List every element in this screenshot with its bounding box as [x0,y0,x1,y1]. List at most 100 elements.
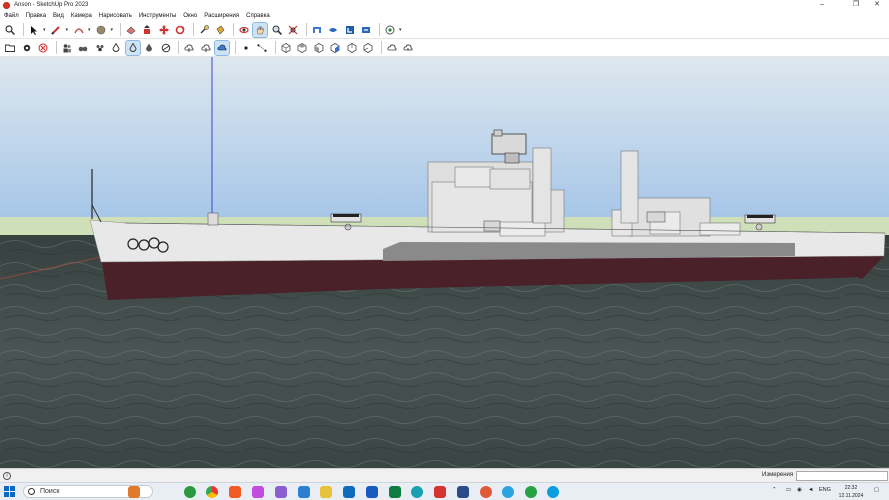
zoom-window-icon[interactable] [3,23,17,37]
clock-date: 12.11.2024 [838,493,864,499]
app-1-icon[interactable] [128,486,140,498]
send-to-layout-icon[interactable] [359,23,373,37]
settings-gear-icon[interactable] [20,41,34,55]
mid-turret [483,220,501,232]
taskbar-clock[interactable]: 22:32 12.11.2024 [833,484,869,500]
app-6-icon[interactable] [275,486,287,498]
orbit-icon[interactable] [237,23,251,37]
pan-hand-icon[interactable] [252,21,268,38]
app-5-icon[interactable] [252,486,264,498]
tray-network-icon[interactable]: ◉ [797,487,802,493]
skype-icon[interactable] [547,486,559,498]
menu-help[interactable]: Справка [246,13,270,19]
rotate-icon[interactable] [173,23,187,37]
toolbar-separator [305,23,307,36]
app-7-icon[interactable] [298,486,310,498]
info-icon[interactable]: i [3,472,11,480]
telegram-icon[interactable] [502,486,514,498]
zoom-icon[interactable] [270,23,284,37]
eraser-icon[interactable] [124,23,138,37]
menu-camera[interactable]: Камера [71,13,92,19]
cancel-circle-icon[interactable] [36,41,50,55]
menu-window[interactable]: Окно [183,13,197,19]
edge-icon[interactable] [411,486,423,498]
outlook-icon[interactable] [343,486,355,498]
tape-measure-icon[interactable] [197,23,211,37]
tray-chevron-icon[interactable]: ⌃ [772,487,777,493]
layout-icon[interactable] [343,23,357,37]
xray-drop-icon[interactable] [109,41,123,55]
open-folder-icon[interactable] [3,41,17,55]
brave-icon[interactable] [229,486,241,498]
menu-tools[interactable]: Инструменты [139,13,176,19]
camera-binoculars-icon[interactable] [76,41,90,55]
zoom-extents-icon[interactable] [286,23,300,37]
paint-bucket-icon[interactable] [213,23,227,37]
close-button[interactable]: ✕ [865,0,889,10]
chevron-down-icon[interactable]: ▾ [88,23,92,37]
chevron-down-icon[interactable]: ▾ [111,23,115,37]
app-2-icon[interactable] [184,486,196,498]
excel-icon[interactable] [389,486,401,498]
line-dots-icon[interactable] [255,41,269,55]
chevron-down-icon[interactable]: ▾ [43,23,47,37]
pencil-line-icon[interactable] [49,23,63,37]
notifications-icon[interactable]: ▢ [874,487,879,493]
menu-edit[interactable]: Правка [26,13,46,19]
app-14-icon[interactable] [457,486,469,498]
scene-canvas[interactable] [0,57,889,468]
app-13-icon[interactable] [434,486,446,498]
chrome-icon[interactable] [206,486,218,498]
sketchup-logo-icon [3,1,10,9]
freehand-arc-icon[interactable] [72,23,86,37]
measurements-label: Измерения [762,472,794,478]
paint-sphere-icon[interactable] [94,23,108,37]
start-button[interactable] [4,486,15,497]
top-view-icon[interactable] [295,41,309,55]
measurements-input[interactable] [796,471,888,481]
toolbar-separator [178,41,179,54]
front-view-icon[interactable] [312,41,326,55]
toolbar-separator [119,23,121,36]
cloud-sync-icon[interactable] [214,39,230,56]
windows-taskbar: Поиск ⌃ ▭ ◉ ◄ ENG 22:32 12.11.2024 ▢ [0,482,889,500]
warehouse-icon[interactable] [310,23,324,37]
team-icon[interactable] [93,41,107,55]
menu-view[interactable]: Вид [53,13,64,19]
add-location-icon[interactable] [383,23,397,37]
iso-view-icon[interactable] [279,41,293,55]
cloud-download-icon[interactable] [199,41,213,55]
push-pull-icon[interactable] [140,23,154,37]
back-edges-drop-icon[interactable] [124,39,141,56]
right-view-icon[interactable] [328,41,342,55]
cloud-a-icon[interactable] [385,41,399,55]
dot-icon[interactable] [239,41,253,55]
main-toolbar: ▾ ▾ ▾ ▾ ▾ [0,21,889,39]
tray-battery-icon[interactable]: ▭ [786,487,791,493]
model-viewport[interactable] [0,57,889,468]
whatsapp-icon[interactable] [525,486,537,498]
chevron-down-icon[interactable]: ▾ [399,23,403,37]
cloud-upload-icon[interactable] [182,41,196,55]
app-8-icon[interactable] [320,486,332,498]
word-icon[interactable] [366,486,378,498]
app-15-icon[interactable] [480,486,492,498]
language-indicator[interactable]: ENG [819,487,831,493]
people-icon[interactable] [60,41,74,55]
back-view-icon[interactable] [345,41,359,55]
select-arrow-icon[interactable] [27,23,41,37]
menu-draw[interactable]: Нарисовать [99,13,132,19]
menu-file[interactable]: Файл [4,13,19,19]
tray-volume-icon[interactable]: ◄ [808,487,813,493]
chevron-down-icon[interactable]: ▾ [66,23,70,37]
shaded-icon[interactable] [159,41,173,55]
move-icon[interactable] [157,23,171,37]
cloud-b-icon[interactable] [401,41,415,55]
toolbar-separator [22,23,24,36]
wireframe-icon[interactable] [142,41,156,55]
menu-extensions[interactable]: Расширения [204,13,239,19]
extension-warehouse-icon[interactable] [326,23,340,37]
toolbar-separator [380,41,382,54]
minimize-button[interactable]: – [810,0,834,10]
left-view-icon[interactable] [361,41,375,55]
